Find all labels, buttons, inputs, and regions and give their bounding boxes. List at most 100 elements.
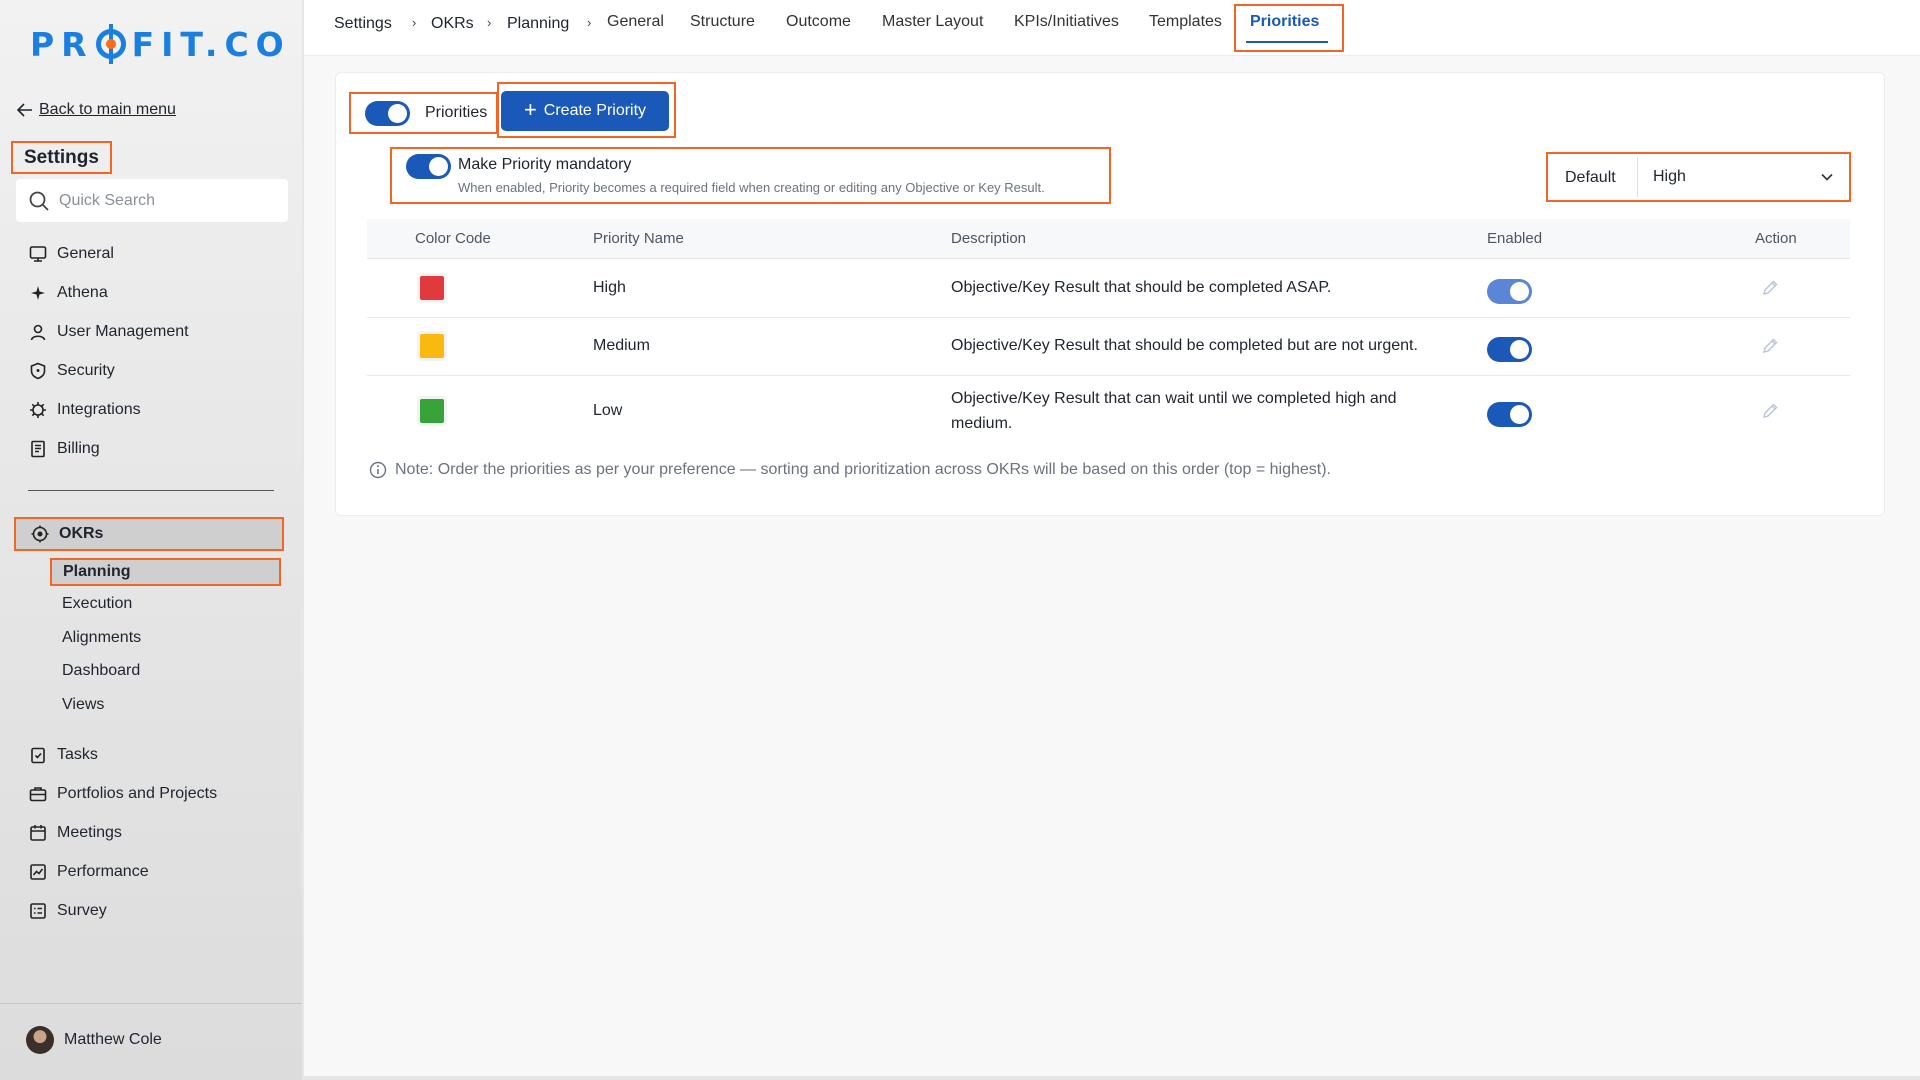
sidebar-subitem-dashboard[interactable]: Dashboard	[62, 659, 140, 683]
create-priority-label: Create Priority	[543, 102, 647, 119]
sidebar-item-label: General	[57, 245, 114, 262]
search-placeholder: Quick Search	[59, 191, 156, 209]
default-separator	[1637, 157, 1638, 197]
sidebar-item-okrs[interactable]: OKRs	[14, 517, 284, 551]
sidebar-item-tasks[interactable]: Tasks	[29, 742, 98, 768]
sidebar-item-performance[interactable]: Performance	[29, 859, 149, 885]
sidebar-item-label: Survey	[57, 902, 107, 919]
priorities-toggle-label: Priorities	[425, 104, 488, 121]
mandatory-description: When enabled, Priority becomes a require…	[458, 180, 1045, 195]
sidebar-item-portfolios-projects[interactable]: Portfolios and Projects	[29, 781, 217, 807]
edit-icon[interactable]	[1760, 336, 1780, 356]
default-priority-value: High	[1653, 168, 1686, 185]
priority-order-note: Note: Order the priorities as per your p…	[369, 461, 1331, 479]
sidebar-item-label: Athena	[57, 284, 108, 301]
profit-co-logo[interactable]: PR FIT.CO	[30, 24, 291, 64]
enabled-toggle-low[interactable]	[1487, 402, 1532, 427]
sidebar-subitem-alignments[interactable]: Alignments	[62, 626, 141, 650]
gear-icon	[30, 402, 46, 418]
mandatory-title: Make Priority mandatory	[458, 156, 632, 173]
sidebar-item-athena[interactable]: Athena	[29, 280, 108, 306]
back-to-main-menu-link[interactable]: Back to main menu	[17, 101, 176, 119]
color-swatch-low	[420, 399, 444, 423]
tab-priorities[interactable]: Priorities	[1250, 13, 1319, 31]
breadcrumb-separator: ›	[412, 15, 417, 30]
search-icon	[29, 191, 49, 211]
sidebar-item-label: Tasks	[57, 746, 98, 763]
column-header-description: Description	[951, 230, 1027, 247]
edit-icon[interactable]	[1760, 278, 1780, 298]
priority-description: Objective/Key Result that should be comp…	[951, 337, 1418, 354]
enabled-toggle-high[interactable]	[1487, 279, 1532, 304]
sidebar-item-label: Performance	[57, 863, 149, 880]
user-profile[interactable]: Matthew Cole	[26, 1026, 162, 1054]
priority-name: High	[593, 279, 626, 296]
sidebar-item-integrations[interactable]: Integrations	[29, 397, 141, 423]
monitor-icon	[29, 246, 47, 262]
make-priority-mandatory-toggle[interactable]	[406, 154, 451, 179]
sidebar-item-meetings[interactable]: Meetings	[29, 820, 122, 846]
sidebar: PR FIT.CO Back to main menu Settings Qui…	[0, 0, 302, 1080]
tab-outcome[interactable]: Outcome	[786, 13, 851, 31]
tab-general[interactable]: General	[607, 13, 664, 31]
sidebar-divider	[28, 490, 274, 491]
breadcrumb-separator: ›	[587, 15, 592, 30]
sidebar-item-survey[interactable]: Survey	[29, 898, 107, 924]
priorities-toggle-group: Priorities	[349, 92, 498, 134]
logo-text-left: PR	[30, 24, 94, 64]
sidebar-item-label: Portfolios and Projects	[57, 785, 218, 802]
tab-master-layout[interactable]: Master Layout	[882, 13, 983, 31]
color-swatch-medium	[420, 334, 444, 358]
enabled-toggle-medium[interactable]	[1487, 337, 1532, 362]
user-name: Matthew Cole	[64, 1031, 162, 1048]
sidebar-subitem-views[interactable]: Views	[62, 693, 104, 717]
sidebar-item-label: Billing	[57, 440, 100, 457]
back-link-label: Back to main menu	[39, 101, 176, 118]
sidebar-subitem-planning[interactable]: Planning	[50, 558, 281, 586]
sidebar-item-label: Meetings	[57, 824, 122, 841]
sidebar-subitem-execution[interactable]: Execution	[62, 592, 132, 616]
settings-title: Settings	[11, 141, 112, 174]
row-divider	[367, 317, 1850, 318]
tab-templates[interactable]: Templates	[1149, 13, 1222, 31]
breadcrumb-okrs[interactable]: OKRs	[431, 15, 474, 33]
create-priority-button[interactable]: + Create Priority	[501, 91, 669, 131]
sparkle-icon	[31, 286, 45, 300]
quick-search-input[interactable]: Quick Search	[16, 179, 288, 222]
list-icon	[30, 903, 46, 919]
logo-text-right: FIT.CO	[131, 24, 291, 64]
breadcrumb-separator: ›	[487, 15, 492, 30]
sidebar-item-label: User Management	[57, 323, 189, 340]
priority-description: Objective/Key Result that should be comp…	[951, 279, 1332, 296]
column-header-color-code: Color Code	[415, 230, 491, 247]
priority-name: Low	[593, 402, 623, 419]
avatar	[26, 1026, 54, 1054]
logo-target-icon	[95, 24, 126, 64]
tab-kpis-initiatives[interactable]: KPIs/Initiatives	[1014, 13, 1119, 31]
sidebar-item-security[interactable]: Security	[29, 358, 115, 384]
briefcase-icon	[29, 787, 47, 802]
column-header-priority-name: Priority Name	[593, 230, 684, 247]
priority-description: Objective/Key Result that can wait until…	[951, 390, 1397, 432]
sidebar-item-label: Integrations	[57, 401, 141, 418]
breadcrumb-settings[interactable]: Settings	[334, 15, 392, 33]
priorities-toggle[interactable]	[365, 100, 410, 126]
sidebar-item-general[interactable]: General	[29, 241, 114, 267]
user-icon	[30, 324, 46, 341]
edit-icon[interactable]	[1760, 401, 1780, 421]
sidebar-item-user-management[interactable]: User Management	[29, 319, 189, 345]
column-header-action: Action	[1755, 230, 1797, 247]
chevron-down-icon	[1821, 173, 1833, 181]
top-navigation: Settings › OKRs › Planning › General Str…	[304, 0, 1920, 56]
receipt-icon	[31, 440, 45, 458]
sidebar-item-billing[interactable]: Billing	[29, 436, 100, 462]
tab-structure[interactable]: Structure	[690, 13, 755, 31]
plus-icon: +	[523, 97, 537, 122]
default-label: Default	[1565, 169, 1616, 186]
okrs-label: OKRs	[59, 525, 104, 542]
default-priority-select[interactable]: High	[1639, 156, 1847, 198]
calendar-icon	[30, 825, 46, 841]
shield-icon	[30, 362, 46, 380]
color-swatch-high	[420, 276, 444, 300]
breadcrumb-planning[interactable]: Planning	[507, 15, 569, 33]
